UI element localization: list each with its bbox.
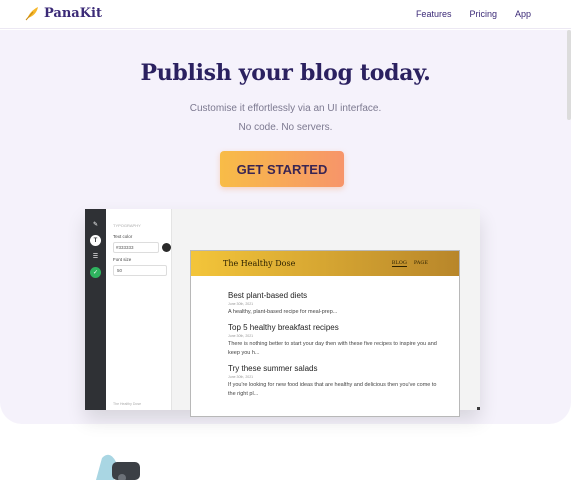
panel-footer: The Healthy Dose: [113, 402, 142, 406]
post-date: June 30th, 2021: [228, 375, 254, 379]
text-format-icon[interactable]: T: [90, 235, 101, 246]
resize-handle[interactable]: [477, 407, 480, 410]
text-color-field[interactable]: #333333: [113, 242, 159, 253]
post-excerpt: There is nothing better to start your da…: [228, 341, 437, 356]
brand-name: PanaKit: [44, 5, 102, 21]
top-navbar: PanaKit Features Pricing App: [0, 0, 571, 29]
hero-subtitle: Customise it effortlessly via an UI inte…: [189, 103, 382, 114]
feature-illustration: [92, 452, 142, 480]
post-excerpt: If you're looking for new food ideas tha…: [228, 382, 437, 397]
editor-screenshot: ✎ T ☰ ✓ TYPOGRAPHY Text color #333333 Fo…: [85, 209, 480, 417]
font-size-label: Font size: [113, 257, 132, 262]
nav-link-features[interactable]: Features: [416, 9, 452, 19]
post-title: Top 5 healthy breakfast recipes: [228, 323, 339, 332]
nav-link-pricing[interactable]: Pricing: [469, 9, 497, 19]
color-swatch[interactable]: [162, 243, 171, 252]
preview-nav-page[interactable]: PAGE: [414, 260, 428, 267]
list-icon[interactable]: ☰: [90, 251, 101, 262]
blog-post[interactable]: Try these summer salads June 30th, 2021 …: [228, 364, 438, 398]
editor-sidebar: ✎ T ☰ ✓: [85, 209, 106, 410]
brush-icon[interactable]: ✎: [90, 219, 101, 230]
typography-panel: TYPOGRAPHY Text color #333333 Font size …: [106, 209, 172, 410]
post-title: Best plant-based diets: [228, 291, 308, 300]
nav-link-app[interactable]: App: [515, 9, 531, 19]
panel-heading: TYPOGRAPHY: [113, 223, 141, 228]
feather-icon: [24, 5, 40, 21]
preview-nav-blog[interactable]: BLOG: [391, 260, 407, 267]
preview-header: The Healthy Dose BLOG PAGE: [191, 251, 459, 276]
check-icon[interactable]: ✓: [90, 267, 101, 278]
preview-site-title: The Healthy Dose: [223, 259, 296, 268]
blog-preview: The Healthy Dose BLOG PAGE Best plant-ba…: [190, 250, 460, 417]
post-excerpt: A healthy, plant-based recipe for meal-p…: [228, 309, 338, 315]
scrollbar[interactable]: [567, 30, 571, 120]
main-nav: Features Pricing App: [416, 9, 531, 19]
post-title: Try these summer salads: [228, 364, 318, 373]
post-date: June 30th, 2021: [228, 334, 254, 338]
blog-post[interactable]: Best plant-based diets June 30th, 2021 A…: [228, 291, 438, 317]
preview-nav: BLOG PAGE: [391, 260, 428, 267]
hero-title: Publish your blog today.: [140, 60, 431, 86]
post-date: June 30th, 2021: [228, 302, 254, 306]
brand-logo[interactable]: PanaKit: [24, 5, 102, 21]
font-size-field[interactable]: 50: [113, 265, 167, 276]
blog-post[interactable]: Top 5 healthy breakfast recipes June 30t…: [228, 323, 438, 357]
hero-section: Publish your blog today. Customise it ef…: [0, 30, 571, 424]
text-color-label: Text color: [113, 234, 133, 239]
hero-tagline: No code. No servers.: [238, 122, 333, 133]
get-started-button[interactable]: GET STARTED: [220, 151, 344, 187]
